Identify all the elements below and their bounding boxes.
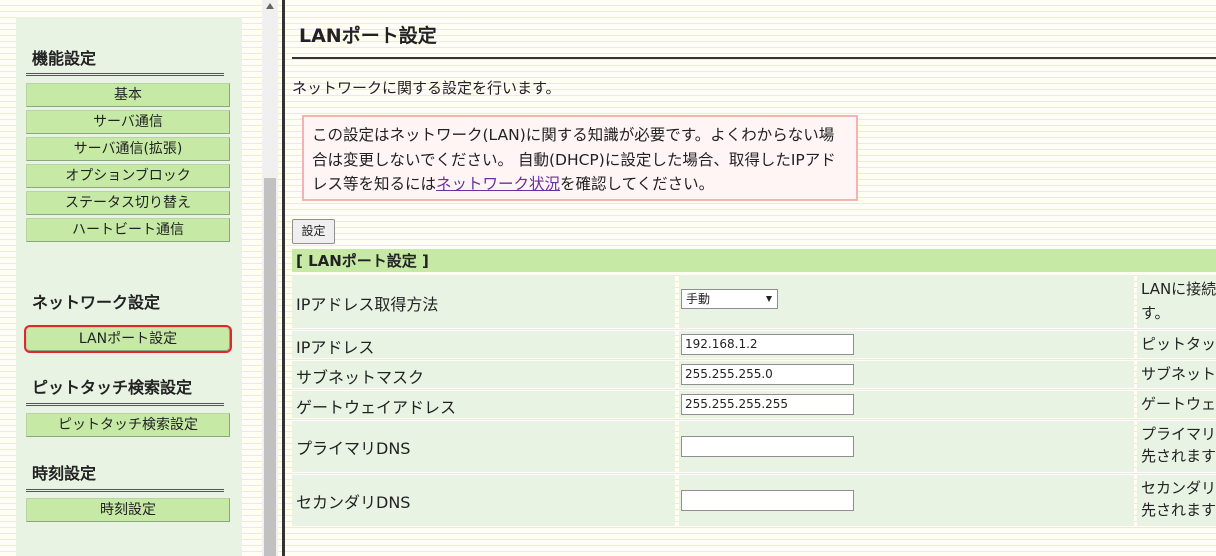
secondary-dns-desc-line1: セカンダリ (1141, 479, 1216, 497)
nav-item-pittouch-search[interactable]: ピットタッチ検索設定 (26, 413, 230, 437)
primary-dns-desc-line1: プライマリ (1141, 425, 1216, 443)
nav-panel: 機能設定 基本 サーバ通信 サーバ通信(拡張) オプションブロック ステータス切… (16, 17, 242, 556)
nav-heading-pittouch-search: ピットタッチ検索設定 (32, 378, 193, 397)
nav-heading-time-settings: 時刻設定 (32, 464, 97, 483)
ip-address-label: IPアドレス (296, 338, 375, 357)
nav-divider (26, 73, 224, 76)
primary-dns-desc-line2: 先されます (1141, 447, 1216, 465)
section-title: [ LANポート設定 ] (296, 252, 429, 270)
row-label-cell: プライマリDNS (292, 421, 675, 472)
subnet-mask-desc: サブネット (1141, 365, 1216, 383)
nav-item-basic[interactable]: 基本 (26, 83, 230, 107)
nav-item-option-block[interactable]: オプションブロック (26, 164, 230, 188)
row-label-cell: IPアドレス取得方法 (292, 275, 675, 328)
ip-mode-label: IPアドレス取得方法 (296, 295, 439, 314)
secondary-dns-input[interactable] (681, 490, 854, 511)
scroll-thumb[interactable] (264, 178, 276, 556)
nav-item-server-comm-ext[interactable]: サーバ通信(拡張) (26, 137, 230, 161)
dropdown-arrow-icon (766, 296, 772, 302)
row-desc-cell: サブネット (1137, 361, 1216, 388)
secondary-dns-desc-line2: 先されます (1141, 501, 1216, 519)
nav-divider (26, 489, 224, 492)
row-desc-cell: セカンダリ 先されます (1137, 475, 1216, 526)
primary-dns-label: プライマリDNS (296, 439, 411, 458)
gateway-desc: ゲートウェ (1141, 395, 1216, 413)
ip-mode-select[interactable]: 手動 (681, 289, 778, 309)
row-label-cell: セカンダリDNS (292, 475, 675, 526)
primary-dns-input[interactable] (681, 436, 854, 457)
nav-heading-function-settings: 機能設定 (32, 49, 97, 68)
page-title: LANポート設定 (299, 25, 437, 47)
nav-item-lan-port[interactable]: LANポート設定 (24, 325, 232, 353)
gateway-label: ゲートウェイアドレス (296, 398, 457, 417)
ip-address-input[interactable]: 192.168.1.2 (681, 334, 854, 355)
nav-item-time-settings[interactable]: 時刻設定 (26, 498, 230, 522)
section-header: [ LANポート設定 ] (292, 249, 1216, 272)
row-desc-cell: ピットタッ (1137, 331, 1216, 358)
left-nav-frame: 機能設定 基本 サーバ通信 サーバ通信(拡張) オプションブロック ステータス切… (0, 0, 262, 556)
main-content: LANポート設定 ネットワークに関する設定を行います。 この設定はネットワーク(… (285, 0, 1216, 556)
ip-mode-desc-line1: LANに接続 (1141, 280, 1216, 298)
nav-divider (26, 403, 224, 406)
row-value-cell: 192.168.1.2 (679, 331, 1134, 358)
apply-settings-button[interactable]: 設定 (292, 219, 335, 244)
gateway-input[interactable]: 255.255.255.255 (681, 394, 854, 415)
secondary-dns-label: セカンダリDNS (296, 493, 411, 512)
nav-scrollbar[interactable] (262, 0, 278, 556)
warning-notice: この設定はネットワーク(LAN)に関する知識が必要です。よくわからない場合は変更… (302, 115, 858, 201)
row-label-cell: IPアドレス (292, 331, 675, 358)
row-label-cell: ゲートウェイアドレス (292, 391, 675, 418)
row-label-cell: サブネットマスク (292, 361, 675, 388)
row-desc-cell: プライマリ 先されます (1137, 421, 1216, 472)
row-value-cell: 255.255.255.0 (679, 361, 1134, 388)
row-value-cell (679, 421, 1134, 472)
page-description: ネットワークに関する設定を行います。 (292, 79, 561, 97)
row-value-cell: 255.255.255.255 (679, 391, 1134, 418)
nav-item-heartbeat[interactable]: ハートビート通信 (26, 218, 230, 242)
nav-heading-network-settings: ネットワーク設定 (32, 293, 161, 312)
nav-item-server-comm[interactable]: サーバ通信 (26, 110, 230, 134)
row-desc-cell: LANに接続 す。 (1137, 275, 1216, 328)
scroll-up-arrow-icon[interactable] (266, 3, 274, 9)
ip-mode-selected-value: 手動 (686, 292, 711, 306)
nav-item-status-switch[interactable]: ステータス切り替え (26, 191, 230, 215)
row-value-cell (679, 475, 1134, 526)
network-status-link[interactable]: ネットワーク状況 (436, 175, 560, 193)
ip-mode-desc-line2: す。 (1141, 304, 1170, 322)
row-value-cell: 手動 (679, 275, 1134, 328)
ip-address-desc: ピットタッ (1141, 335, 1216, 353)
row-desc-cell: ゲートウェ (1137, 391, 1216, 418)
title-divider (292, 57, 1216, 59)
subnet-mask-input[interactable]: 255.255.255.0 (681, 364, 854, 385)
notice-text-end: を確認してください。 (560, 175, 715, 193)
subnet-mask-label: サブネットマスク (296, 368, 425, 387)
